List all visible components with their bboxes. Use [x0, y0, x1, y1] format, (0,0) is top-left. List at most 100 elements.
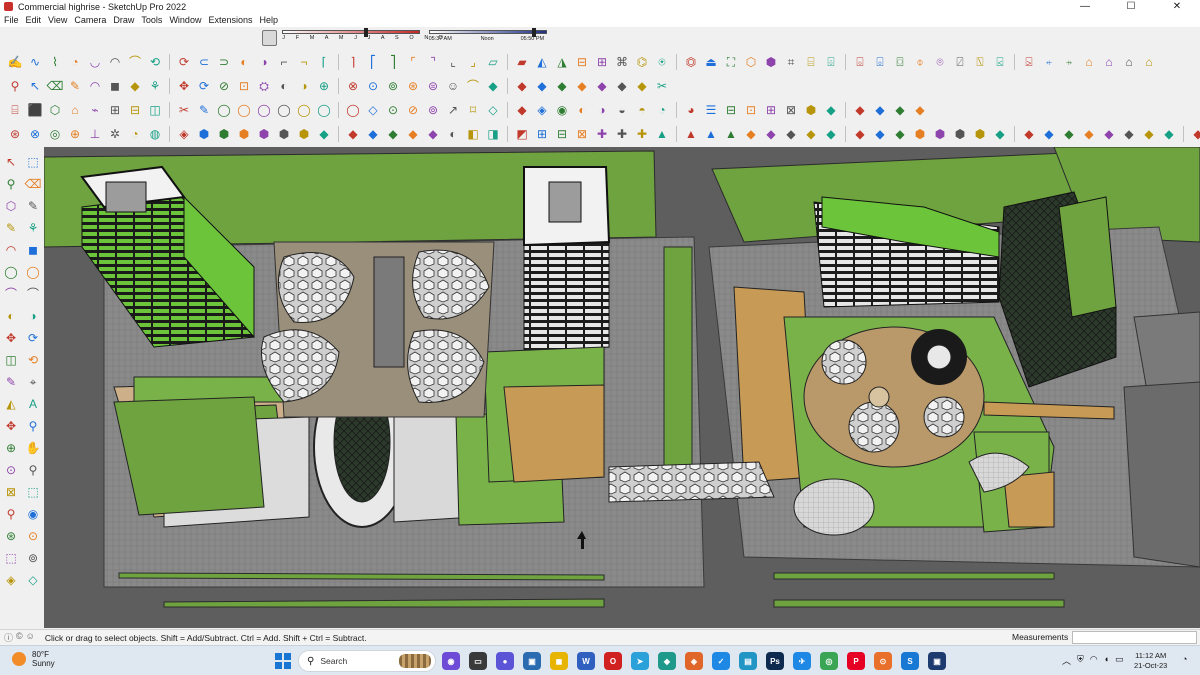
- menu-tools[interactable]: Tools: [141, 15, 162, 25]
- row2-tool-icon[interactable]: ⊙: [364, 77, 382, 95]
- row3-tool-icon[interactable]: ◯: [344, 101, 362, 119]
- row1-tool-icon[interactable]: ◐: [235, 53, 253, 71]
- left-tool-icon[interactable]: ⊙: [2, 461, 20, 479]
- row2-tool-icon[interactable]: ✥: [175, 77, 193, 95]
- left-tool-icon[interactable]: ⌫: [24, 175, 42, 193]
- row2-tool-icon[interactable]: ⌫: [46, 77, 64, 95]
- row4-tool-icon[interactable]: ◆: [1120, 125, 1138, 143]
- row4-tool-icon[interactable]: ◐: [444, 125, 462, 143]
- row4-tool-icon[interactable]: ⊗: [26, 125, 44, 143]
- row4-tool-icon[interactable]: ◆: [315, 125, 333, 143]
- row3-tool-icon[interactable]: ◔: [653, 101, 671, 119]
- row2-tool-icon[interactable]: ⛭: [255, 77, 273, 95]
- row2-tool-icon[interactable]: ⊡: [235, 77, 253, 95]
- row2-tool-icon[interactable]: ◆: [593, 77, 611, 95]
- left-tool-icon[interactable]: ✥: [2, 329, 20, 347]
- left-tool-icon[interactable]: ◯: [2, 263, 20, 281]
- row2-tool-icon[interactable]: ⊛: [404, 77, 422, 95]
- row2-tool-icon[interactable]: ◆: [484, 77, 502, 95]
- row4-tool-icon[interactable]: ◆: [1160, 125, 1178, 143]
- row3-tool-icon[interactable]: ⬛: [26, 101, 44, 119]
- row1-tool-icon[interactable]: ⌸: [802, 53, 820, 71]
- row4-tool-icon[interactable]: ◆: [1040, 125, 1058, 143]
- row2-tool-icon[interactable]: ⚘: [146, 77, 164, 95]
- row4-tool-icon[interactable]: ◧: [464, 125, 482, 143]
- row4-tool-icon[interactable]: ⬢: [911, 125, 929, 143]
- left-tool-icon[interactable]: ⌒: [24, 285, 42, 303]
- row1-tool-icon[interactable]: ∿: [26, 53, 44, 71]
- left-tool-icon[interactable]: ◭: [2, 395, 20, 413]
- taskbar-app-icon[interactable]: ✓: [712, 652, 730, 670]
- row1-tool-icon[interactable]: ⏏: [702, 53, 720, 71]
- row4-tool-icon[interactable]: ⊥: [86, 125, 104, 143]
- row4-tool-icon[interactable]: ▲: [653, 125, 671, 143]
- row3-tool-icon[interactable]: ◯: [235, 101, 253, 119]
- row2-tool-icon[interactable]: ◆: [126, 77, 144, 95]
- left-tool-icon[interactable]: ⬡: [2, 197, 20, 215]
- menu-window[interactable]: Window: [169, 15, 201, 25]
- row3-tool-icon[interactable]: ◈: [533, 101, 551, 119]
- row1-tool-icon[interactable]: ⬢: [762, 53, 780, 71]
- maximize-button[interactable]: ☐: [1108, 0, 1154, 13]
- chevron-up-icon[interactable]: ︿: [1062, 654, 1071, 667]
- row2-tool-icon[interactable]: ◆: [573, 77, 591, 95]
- row1-tool-icon[interactable]: ⍅: [1040, 53, 1058, 71]
- taskbar-app-icon[interactable]: ◎: [820, 652, 838, 670]
- left-tool-icon[interactable]: ⬚: [24, 483, 42, 501]
- row3-tool-icon[interactable]: ◯: [315, 101, 333, 119]
- row3-tool-icon[interactable]: ◆: [822, 101, 840, 119]
- row4-tool-icon[interactable]: ◆: [782, 125, 800, 143]
- row3-tool-icon[interactable]: ☰: [702, 101, 720, 119]
- taskbar-app-icon[interactable]: P: [847, 652, 865, 670]
- left-tool-icon[interactable]: ◑: [24, 307, 42, 325]
- row2-tool-icon[interactable]: ⊘: [215, 77, 233, 95]
- row3-tool-icon[interactable]: ⌂: [66, 101, 84, 119]
- time-slider[interactable]: 05:37 AM Noon 05:50 PM: [428, 27, 547, 49]
- taskbar-app-icon[interactable]: O: [604, 652, 622, 670]
- row3-tool-icon[interactable]: ◓: [633, 101, 651, 119]
- row2-tool-icon[interactable]: ⊗: [344, 77, 362, 95]
- taskbar-app-icon[interactable]: ▭: [469, 652, 487, 670]
- row1-tool-icon[interactable]: ¬: [295, 53, 313, 71]
- shield-icon[interactable]: ⛨: [1077, 654, 1084, 667]
- row3-tool-icon[interactable]: ⌁: [86, 101, 104, 119]
- row1-tool-icon[interactable]: ⌂: [1140, 53, 1158, 71]
- taskbar-app-icon[interactable]: ▣: [928, 652, 946, 670]
- left-tool-icon[interactable]: ⟲: [24, 351, 42, 369]
- row4-tool-icon[interactable]: ⊕: [66, 125, 84, 143]
- row4-tool-icon[interactable]: ✚: [613, 125, 631, 143]
- row1-tool-icon[interactable]: ⌞: [444, 53, 462, 71]
- month-slider[interactable]: J F M A M J J A S O N D: [282, 27, 443, 49]
- left-tool-icon[interactable]: ⚲: [24, 417, 42, 435]
- row1-tool-icon[interactable]: ◡: [86, 53, 104, 71]
- row4-tool-icon[interactable]: ◆: [991, 125, 1009, 143]
- row1-tool-icon[interactable]: ⌹: [822, 53, 840, 71]
- row2-tool-icon[interactable]: ⌒: [464, 77, 482, 95]
- row1-tool-icon[interactable]: ⊞: [593, 53, 611, 71]
- menu-draw[interactable]: Draw: [113, 15, 134, 25]
- row3-tool-icon[interactable]: ◐: [573, 101, 591, 119]
- row4-tool-icon[interactable]: ◔: [126, 125, 144, 143]
- row1-tool-icon[interactable]: ◭: [533, 53, 551, 71]
- row4-tool-icon[interactable]: ◆: [762, 125, 780, 143]
- row4-tool-icon[interactable]: ◎: [46, 125, 64, 143]
- row2-tool-icon[interactable]: ⟳: [195, 77, 213, 95]
- left-tool-icon[interactable]: ⚲: [24, 461, 42, 479]
- row3-tool-icon[interactable]: ◑: [593, 101, 611, 119]
- left-tool-icon[interactable]: ↖: [2, 153, 20, 171]
- row4-tool-icon[interactable]: ⬢: [255, 125, 273, 143]
- row4-tool-icon[interactable]: ◆: [364, 125, 382, 143]
- left-tool-icon[interactable]: ⬚: [24, 153, 42, 171]
- row4-tool-icon[interactable]: ⬢: [295, 125, 313, 143]
- row3-tool-icon[interactable]: ✂: [175, 101, 193, 119]
- row3-tool-icon[interactable]: ⊘: [404, 101, 422, 119]
- left-tool-icon[interactable]: ⌖: [24, 373, 42, 391]
- taskbar-app-icon[interactable]: Ps: [766, 652, 784, 670]
- left-tool-icon[interactable]: ⬚: [2, 549, 20, 567]
- left-tool-icon[interactable]: ⚲: [2, 175, 20, 193]
- row2-tool-icon[interactable]: ◑: [295, 77, 313, 95]
- taskbar-app-icon[interactable]: ◉: [442, 652, 460, 670]
- left-tool-icon[interactable]: ◐: [2, 307, 20, 325]
- row4-tool-icon[interactable]: ◆: [891, 125, 909, 143]
- left-tool-icon[interactable]: ⊠: [2, 483, 20, 501]
